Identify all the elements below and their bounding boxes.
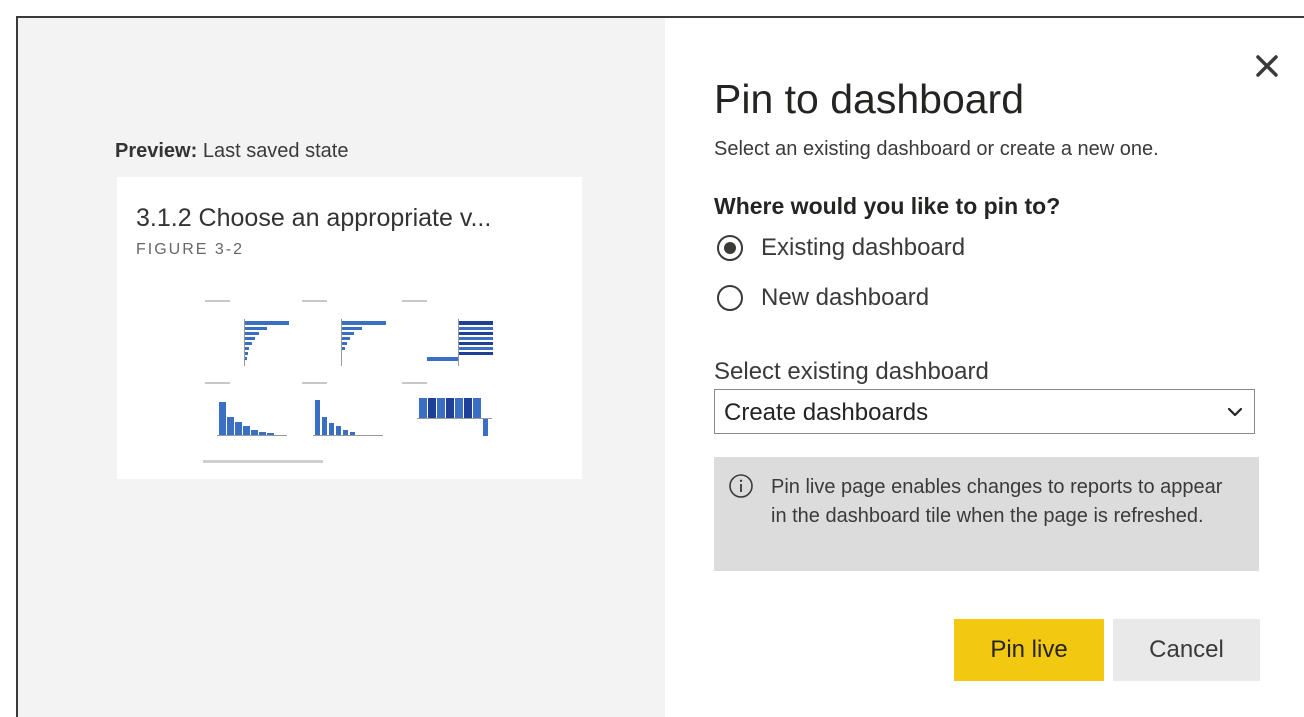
preview-label-state: Last saved state	[202, 140, 349, 162]
preview-thumbnail: 3.1.2 Choose an appropriate v... FIGURE …	[117, 177, 582, 479]
preview-label-bold: Preview:	[115, 140, 198, 162]
dialog-description: Select an existing dashboard or create a…	[714, 138, 1159, 160]
preview-label: Preview: Last saved state	[115, 140, 348, 163]
radio-label: New dashboard	[761, 284, 930, 311]
chevron-down-icon	[1227, 407, 1243, 417]
radio-existing-dashboard[interactable]: Existing dashboard	[717, 234, 965, 262]
preview-report-image	[205, 300, 493, 436]
radio-label: Existing dashboard	[761, 234, 966, 261]
info-banner: Pin live page enables changes to reports…	[714, 457, 1259, 571]
info-icon	[729, 474, 753, 498]
pin-location-question: Where would you like to pin to?	[714, 193, 1061, 219]
select-dashboard-label: Select existing dashboard	[714, 358, 989, 385]
pin-live-button[interactable]: Pin live	[954, 619, 1104, 681]
dashboard-select[interactable]: Create dashboards	[714, 389, 1255, 434]
cancel-button[interactable]: Cancel	[1113, 619, 1260, 681]
preview-card-subtitle: FIGURE 3-2	[136, 241, 245, 258]
preview-caption-line	[203, 460, 323, 463]
radio-button-checked[interactable]	[717, 235, 743, 261]
close-icon[interactable]	[1253, 52, 1281, 80]
preview-card-title: 3.1.2 Choose an appropriate v...	[136, 204, 492, 232]
info-text: Pin live page enables changes to reports…	[771, 476, 1223, 527]
preview-pane: Preview: Last saved state 3.1.2 Choose a…	[18, 18, 665, 717]
dialog-title: Pin to dashboard	[714, 76, 1025, 122]
radio-button-unchecked[interactable]	[717, 285, 743, 311]
dashboard-select-value: Create dashboards	[724, 399, 929, 426]
radio-new-dashboard[interactable]: New dashboard	[717, 284, 929, 312]
